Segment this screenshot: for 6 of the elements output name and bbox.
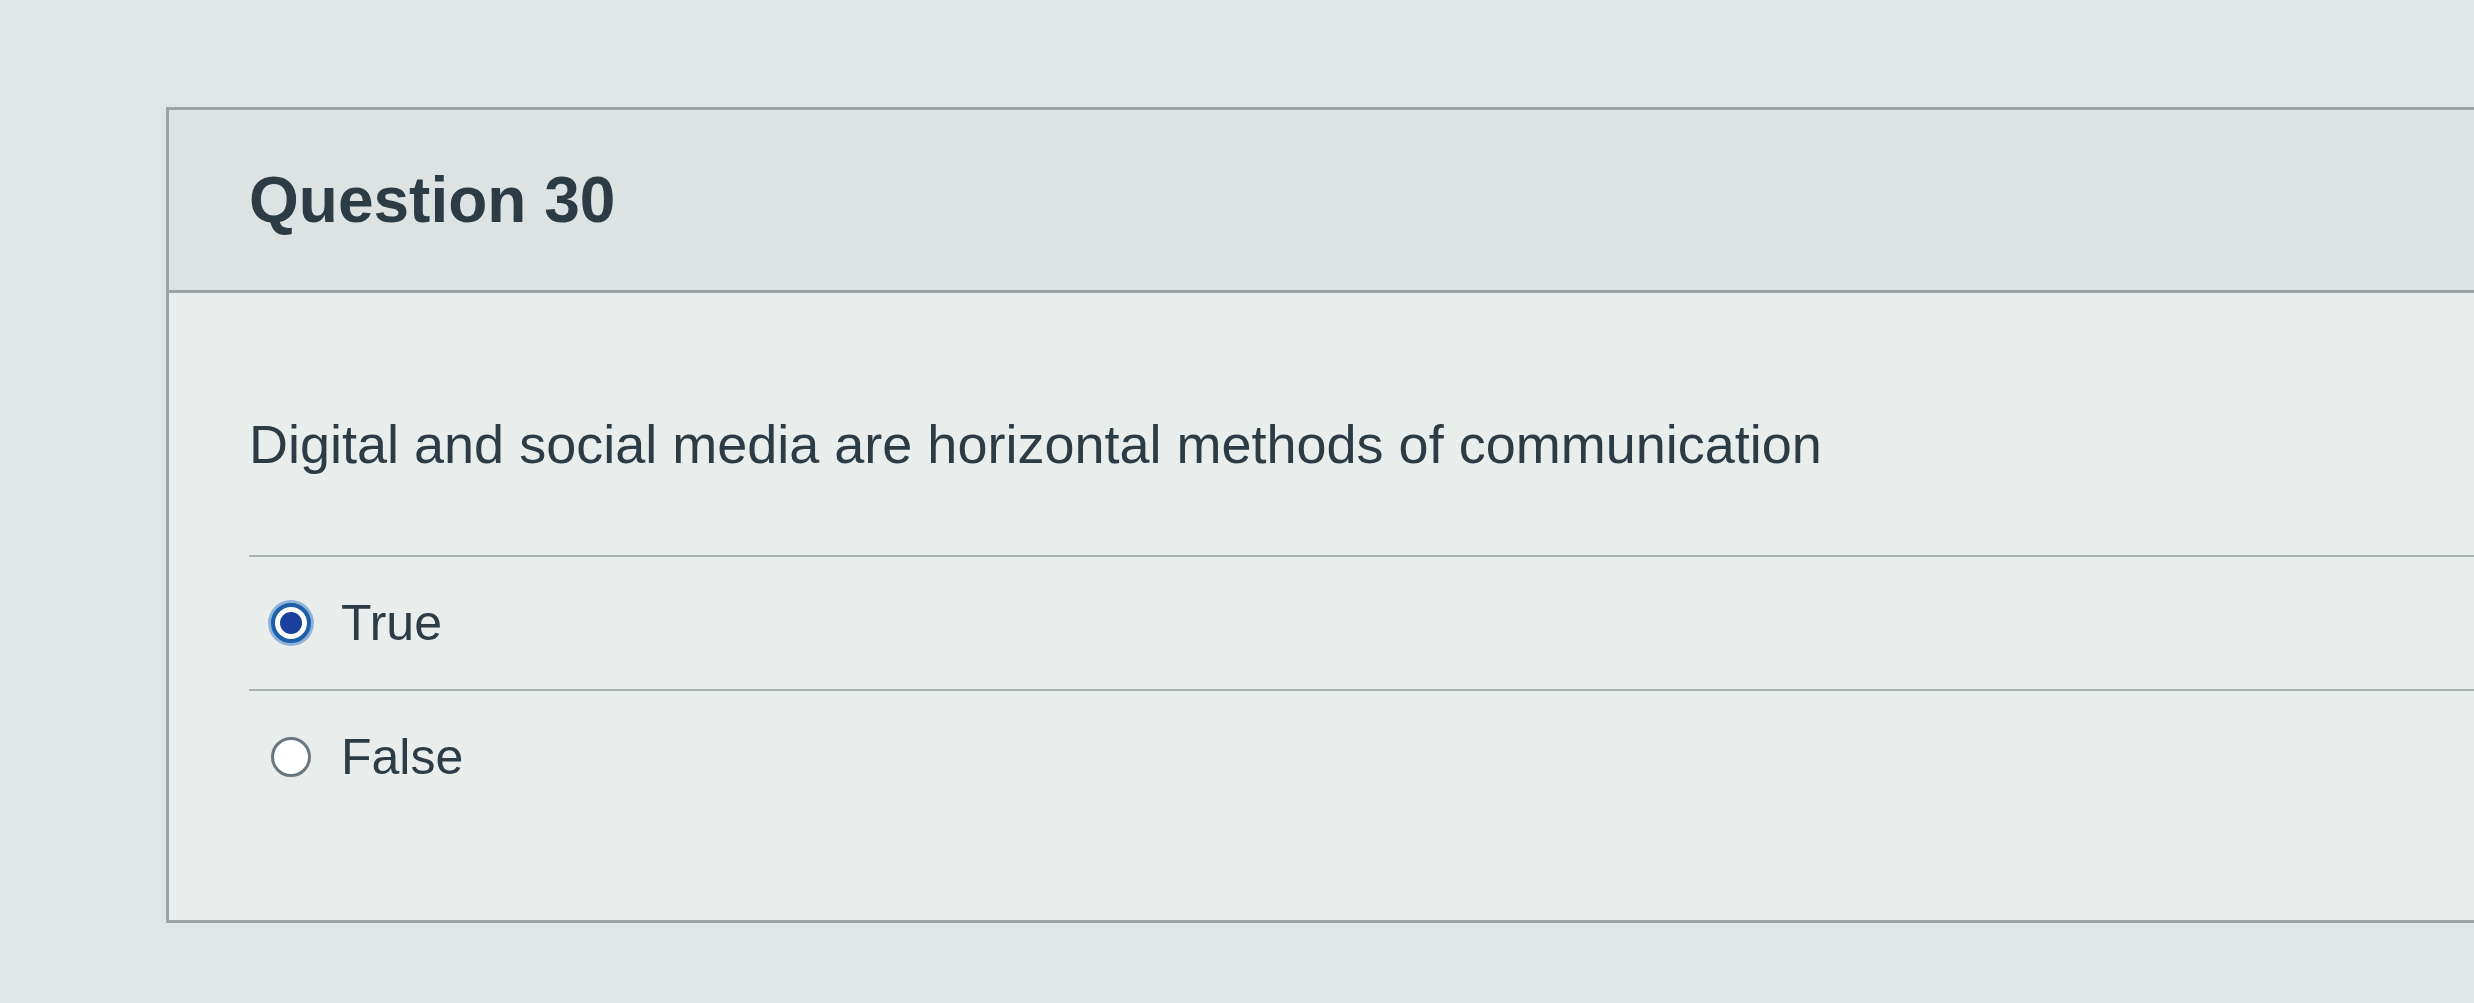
answer-option[interactable]: True — [249, 557, 2474, 691]
question-text: Digital and social media are horizontal methods of communication — [249, 413, 1823, 475]
answer-option[interactable]: False — [249, 691, 2474, 823]
radio-button[interactable] — [271, 737, 311, 777]
question-title: Question 30 — [249, 163, 616, 237]
radio-button[interactable] — [271, 603, 311, 643]
